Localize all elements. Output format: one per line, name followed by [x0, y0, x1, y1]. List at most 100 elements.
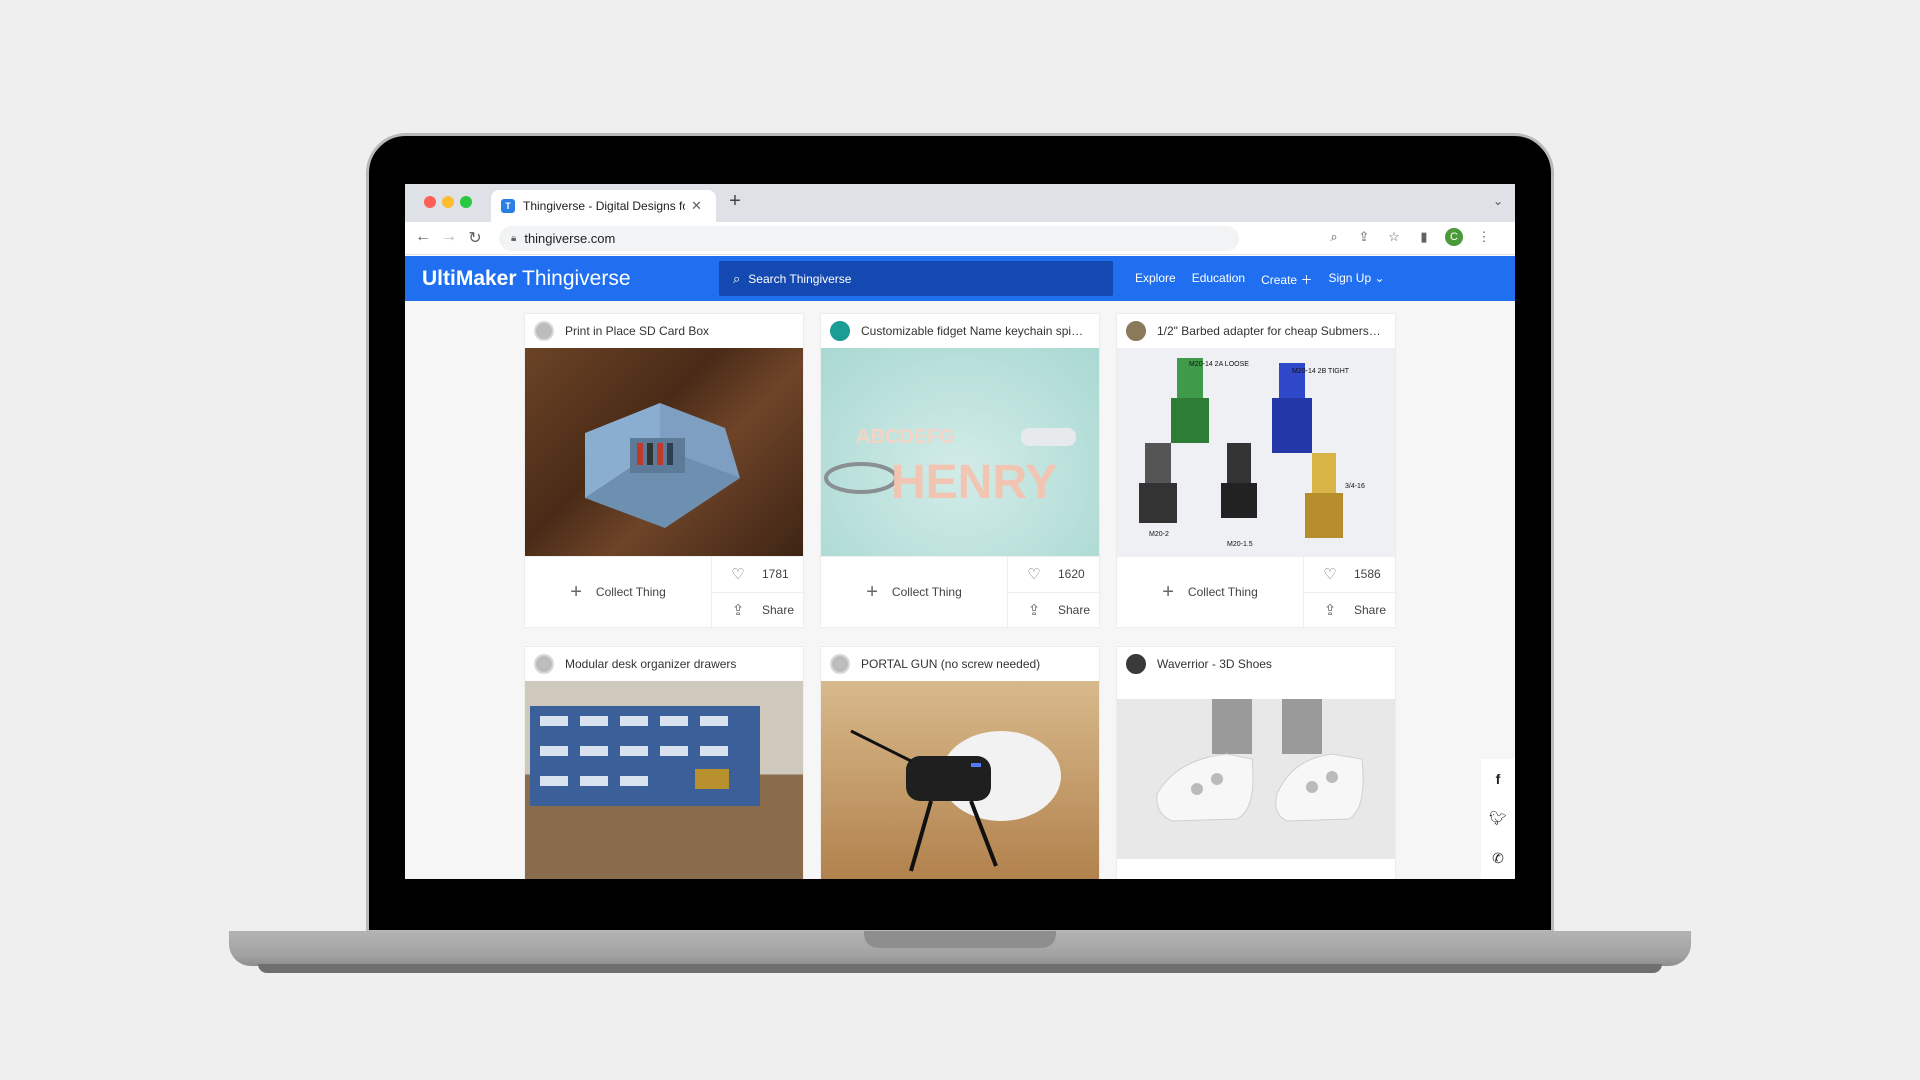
share-icon: ⇪ — [1323, 601, 1337, 619]
site-logo[interactable]: UltiMaker Thingiverse — [422, 267, 631, 291]
creator-avatar[interactable] — [1126, 321, 1146, 341]
share-label: Share — [762, 602, 795, 617]
thing-card[interactable]: Customizable fidget Name keychain spin..… — [821, 314, 1099, 627]
thing-card[interactable]: Waverrior - 3D Shoes — [1117, 647, 1395, 879]
collect-thing-button[interactable]: + Collect Thing — [821, 557, 1008, 627]
heart-icon: ♡ — [1027, 566, 1041, 584]
creator-avatar[interactable] — [534, 654, 554, 674]
browser-tabstrip: T Thingiverse - Digital Designs fo ✕ + ⌄ — [405, 184, 1515, 222]
thing-card[interactable]: PORTAL GUN (no screw needed) — [821, 647, 1099, 879]
like-count: 1620 — [1058, 567, 1085, 582]
like-button[interactable]: ♡ 1781 — [712, 557, 803, 592]
creator-avatar[interactable] — [1126, 654, 1146, 674]
chevron-down-icon: ⌄ — [1374, 271, 1385, 285]
share-icon: ⇪ — [731, 601, 745, 619]
window-minimize-button[interactable] — [442, 196, 454, 208]
card-header: 1/2" Barbed adapter for cheap Submersib.… — [1117, 314, 1395, 348]
profile-avatar[interactable]: C — [1445, 228, 1463, 246]
window-close-button[interactable] — [424, 196, 436, 208]
new-tab-button[interactable]: + — [723, 190, 747, 213]
window-maximize-button[interactable] — [460, 196, 472, 208]
portal-gun-image — [850, 729, 1061, 872]
thing-thumbnail[interactable] — [525, 348, 803, 556]
nav-signup[interactable]: Sign Up ⌄ — [1328, 271, 1384, 288]
card-actions: + Collect Thing ♡ 1586 ⇪ Share — [1117, 556, 1395, 627]
heart-icon: ♡ — [731, 566, 745, 584]
creator-avatar[interactable] — [830, 321, 850, 341]
thingiverse-favicon-icon: T — [501, 199, 515, 213]
menu-kebab-icon[interactable]: ⋮ — [1475, 228, 1493, 246]
like-count: 1586 — [1354, 567, 1381, 582]
card-title[interactable]: PORTAL GUN (no screw needed) — [861, 657, 1086, 671]
card-header: Customizable fidget Name keychain spin..… — [821, 314, 1099, 348]
tab-close-icon[interactable]: ✕ — [691, 198, 702, 214]
3d-shoes-image — [1156, 699, 1364, 822]
nav-explore[interactable]: Explore — [1135, 271, 1176, 288]
facebook-icon[interactable]: f — [1496, 771, 1501, 787]
thing-card[interactable]: Modular desk organizer drawers — [525, 647, 803, 879]
share-label: Share — [1058, 602, 1091, 617]
search-input[interactable]: ⌕ Search Thingiverse — [719, 261, 1113, 296]
plus-icon: ＋ — [1300, 273, 1313, 287]
bookmark-star-icon[interactable]: ☆ — [1385, 228, 1403, 246]
card-title[interactable]: 1/2" Barbed adapter for cheap Submersib.… — [1157, 324, 1382, 338]
collect-thing-button[interactable]: + Collect Thing — [1117, 557, 1304, 627]
card-title[interactable]: Waverrior - 3D Shoes — [1157, 657, 1382, 671]
adapter-label: M20-14 2A LOOSE — [1189, 361, 1249, 368]
search-icon: ⌕ — [733, 270, 741, 286]
nav-signup-label: Sign Up — [1328, 271, 1372, 285]
reload-button[interactable]: ↻ — [465, 228, 485, 248]
toolbar-icons: ⌕ ⇪ ☆ ▮ C ⋮ — [1325, 228, 1493, 246]
thing-thumbnail[interactable]: HENRY ABCDEFG — [821, 348, 1099, 556]
share-button[interactable]: ⇪ Share — [1008, 591, 1099, 628]
back-button[interactable]: ← — [413, 228, 433, 246]
creator-avatar[interactable] — [830, 654, 850, 674]
laptop-notch — [864, 931, 1056, 948]
browser-toolbar: ← → ↻ 🔒︎ thingiverse.com ⌕ ⇪ ☆ ▮ C ⋮ — [405, 222, 1515, 255]
logo-brand: UltiMaker — [422, 267, 517, 290]
share-label: Share — [1354, 602, 1387, 617]
whatsapp-icon[interactable]: ✆ — [1492, 850, 1504, 867]
keychain-image: HENRY ABCDEFG — [824, 426, 1076, 509]
tab-search-chevron-icon[interactable]: ⌄ — [1493, 194, 1503, 208]
like-count: 1781 — [762, 567, 789, 582]
creator-avatar[interactable] — [534, 321, 554, 341]
sd-card-box-image — [585, 403, 740, 528]
card-title[interactable]: Print in Place SD Card Box — [565, 324, 790, 338]
card-title[interactable]: Customizable fidget Name keychain spin..… — [861, 324, 1086, 338]
thing-thumbnail[interactable]: M20-14 2A LOOSE M20-14 2B TIGHT 3/4-16 M… — [1117, 348, 1395, 556]
card-title[interactable]: Modular desk organizer drawers — [565, 657, 790, 671]
thing-card[interactable]: Print in Place SD Card Box + Collect Thin… — [525, 314, 803, 627]
like-button[interactable]: ♡ 1586 — [1304, 557, 1395, 592]
collect-label: Collect Thing — [1187, 585, 1258, 599]
share-button[interactable]: ⇪ Share — [1304, 591, 1395, 628]
thing-thumbnail[interactable] — [821, 681, 1099, 879]
collect-label: Collect Thing — [595, 585, 666, 599]
forward-button[interactable]: → — [439, 228, 459, 246]
keychain-letters-text: ABCDEFG — [856, 426, 955, 448]
plus-icon: + — [570, 580, 582, 603]
address-bar[interactable]: 🔒︎ thingiverse.com — [499, 226, 1239, 251]
like-button[interactable]: ♡ 1620 — [1008, 557, 1099, 592]
browser-tab[interactable]: T Thingiverse - Digital Designs fo ✕ — [491, 190, 716, 222]
thing-thumbnail[interactable] — [525, 681, 803, 879]
card-side-actions: ♡ 1586 ⇪ Share — [1304, 557, 1395, 627]
side-panel-icon[interactable]: ▮ — [1415, 228, 1433, 246]
screen: T Thingiverse - Digital Designs fo ✕ + ⌄… — [405, 184, 1515, 879]
share-button[interactable]: ⇪ Share — [712, 591, 803, 628]
collect-thing-button[interactable]: + Collect Thing — [525, 557, 712, 627]
card-header: Modular desk organizer drawers — [525, 647, 803, 681]
share-icon[interactable]: ⇪ — [1355, 228, 1373, 246]
plus-icon: + — [1162, 580, 1174, 603]
card-header: Waverrior - 3D Shoes — [1117, 647, 1395, 681]
thing-thumbnail[interactable] — [1117, 699, 1395, 859]
share-icon: ⇪ — [1027, 601, 1041, 619]
nav-create[interactable]: Create ＋ — [1261, 271, 1312, 288]
tab-title: Thingiverse - Digital Designs fo — [523, 199, 685, 213]
thing-card[interactable]: 1/2" Barbed adapter for cheap Submersib.… — [1117, 314, 1395, 627]
card-header: PORTAL GUN (no screw needed) — [821, 647, 1099, 681]
nav-education[interactable]: Education — [1192, 271, 1245, 288]
desk-organizer-image — [530, 706, 760, 806]
search-icon[interactable]: ⌕ — [1325, 228, 1343, 246]
twitter-icon[interactable]: 🐦︎ — [1489, 810, 1507, 827]
